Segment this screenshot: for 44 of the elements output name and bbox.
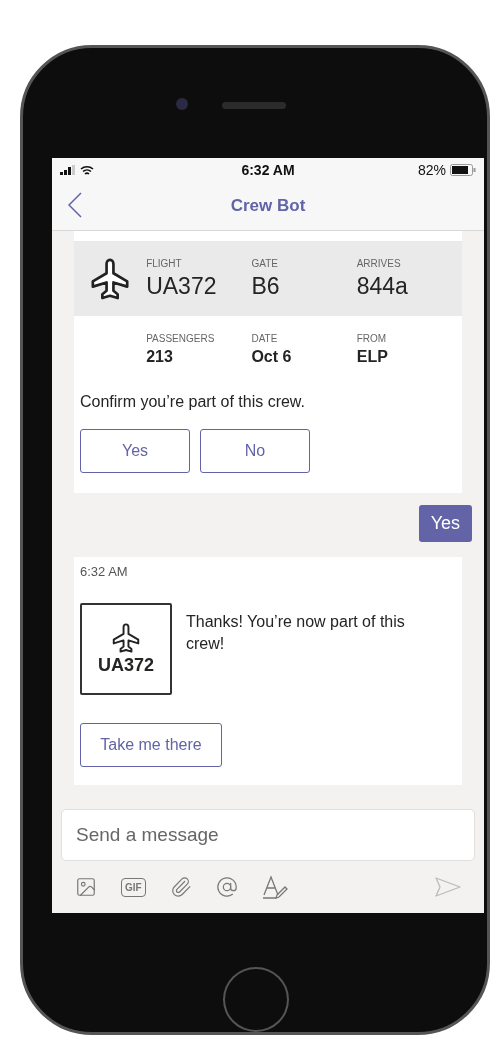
mention-button[interactable] xyxy=(215,876,238,898)
home-button[interactable] xyxy=(223,967,289,1032)
field-label: PASSENGERS xyxy=(146,333,216,345)
sent-message: Yes xyxy=(418,505,472,543)
field-value: 844a xyxy=(356,272,409,300)
field-label: ARRIVES xyxy=(356,257,402,269)
field-label: FROM xyxy=(356,333,388,345)
chat-title: Crew Bot xyxy=(230,196,306,217)
field-value: Oct 6 xyxy=(251,348,293,367)
format-pen-icon xyxy=(261,875,288,899)
back-chevron-icon xyxy=(68,192,82,219)
camera-dot xyxy=(176,98,188,110)
answer-button[interactable]: No xyxy=(200,429,310,474)
take-me-there-button[interactable]: Take me there xyxy=(80,723,222,768)
battery-percent: 82% xyxy=(417,162,446,179)
gif-button[interactable]: GIF xyxy=(121,877,146,897)
message-text: Thanks! You’re now part of this crew! xyxy=(186,612,406,655)
airplane-icon xyxy=(89,257,132,300)
airplane-icon xyxy=(111,622,141,653)
attach-button[interactable] xyxy=(169,876,192,898)
field-label: GATE xyxy=(251,257,279,269)
field-value: B6 xyxy=(251,272,281,300)
field-value: UA372 xyxy=(146,272,218,300)
image-button[interactable] xyxy=(75,876,97,898)
message-input[interactable]: Send a message xyxy=(61,809,475,861)
wifi-icon xyxy=(80,164,94,176)
tile-label: UA372 xyxy=(98,654,154,676)
field-value: 213 xyxy=(146,348,174,367)
status-time: 6:32 AM xyxy=(241,162,295,179)
field-label: FLIGHT xyxy=(146,257,183,269)
field-value: ELP xyxy=(356,348,389,367)
send-icon xyxy=(435,877,461,897)
speaker-slot xyxy=(222,102,286,109)
battery-icon xyxy=(450,164,476,177)
signal-icon xyxy=(60,165,76,176)
message-time: 6:32 AM xyxy=(80,564,129,580)
answer-button[interactable]: Yes xyxy=(80,429,190,474)
image-icon xyxy=(75,876,97,898)
back-button[interactable] xyxy=(68,192,82,219)
field-label: DATE xyxy=(251,333,279,345)
format-button[interactable] xyxy=(261,875,288,899)
confirm-prompt: Confirm you’re part of this crew. xyxy=(80,393,306,412)
paperclip-icon xyxy=(169,876,192,898)
at-sign-icon xyxy=(215,876,238,898)
